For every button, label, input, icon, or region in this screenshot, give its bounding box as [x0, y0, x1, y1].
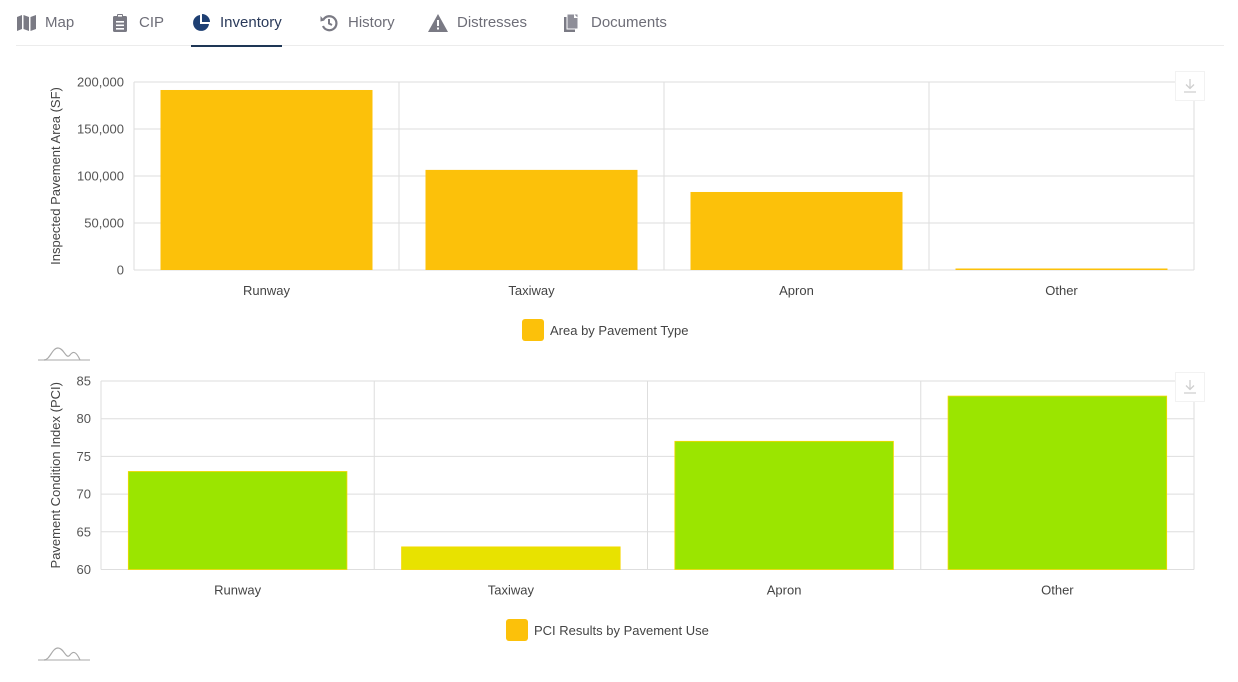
tab-documents[interactable]: Documents	[562, 12, 667, 46]
download-icon	[1184, 79, 1196, 93]
y-tick-label: 50,000	[84, 216, 124, 231]
tab-label: Distresses	[457, 14, 528, 31]
documents-icon	[562, 13, 582, 33]
y-axis-title: Inspected Pavement Area (SF)	[48, 87, 63, 265]
pci-chart-svg: 60 65 70 75 80 85 Runway Taxiway Apron Other Pavem…	[48, 374, 1195, 598]
legend-item[interactable]: Area by Pavement Type	[522, 319, 689, 341]
tab-distresses[interactable]: Distresses	[428, 12, 527, 46]
y-tick-label: 100,000	[77, 169, 124, 184]
y-tick-label: 0	[117, 263, 124, 278]
y-tick-label: 200,000	[77, 75, 124, 90]
x-tick-label: Runway	[214, 583, 261, 598]
tab-label: Documents	[591, 14, 667, 31]
warning-icon	[428, 13, 448, 33]
bar-apron[interactable]	[690, 191, 903, 270]
area-chart: 0 50,000 100,000 150,000 200,000 Runway Taxiwa…	[0, 60, 1238, 361]
y-tick-label: 150,000	[77, 122, 124, 137]
pie-chart-icon	[191, 13, 211, 33]
tab-bar: Map CIP Inventory History Distresses Doc…	[16, 0, 1224, 47]
map-icon	[16, 13, 36, 33]
legend-label: Area by Pavement Type	[550, 322, 689, 338]
y-tick-label: 65	[77, 524, 91, 539]
tab-inventory[interactable]: Inventory	[191, 12, 282, 47]
bar-taxiway[interactable]	[425, 169, 638, 270]
x-tick-label: Apron	[767, 583, 802, 598]
history-icon	[319, 13, 339, 33]
y-axis-title: Pavement Condition Index (PCI)	[48, 382, 63, 568]
download-chart-button[interactable]	[1175, 71, 1205, 101]
tab-map[interactable]: Map	[16, 12, 74, 46]
clipboard-icon	[110, 13, 130, 33]
bar-apron[interactable]	[674, 440, 894, 570]
legend-label: PCI Results by Pavement Use	[534, 622, 709, 638]
legend-swatch	[522, 319, 544, 341]
x-tick-label: Other	[1041, 583, 1074, 598]
download-chart-button[interactable]	[1175, 372, 1205, 402]
tab-label: CIP	[139, 14, 165, 31]
x-tick-label: Taxiway	[508, 283, 555, 298]
tab-history[interactable]: History	[319, 12, 395, 46]
range-selector-icon[interactable]	[36, 645, 92, 665]
bar-other[interactable]	[955, 268, 1168, 271]
pci-chart: 60 65 70 75 80 85 Runway Taxiway Apron Other Pavem…	[0, 365, 1238, 675]
y-tick-label: 75	[77, 449, 91, 464]
y-tick-label: 85	[77, 374, 91, 389]
y-tick-label: 80	[77, 411, 91, 426]
bar-runway[interactable]	[127, 471, 348, 570]
tab-label: History	[348, 14, 395, 31]
y-tick-label: 70	[77, 487, 91, 502]
tab-label: Inventory	[220, 14, 282, 31]
download-icon	[1184, 380, 1196, 394]
legend-swatch	[506, 619, 528, 641]
range-selector-icon[interactable]	[36, 345, 92, 365]
bar-other[interactable]	[947, 395, 1168, 570]
bar-taxiway[interactable]	[401, 546, 621, 570]
tab-cip[interactable]: CIP	[110, 12, 164, 46]
tab-label: Map	[45, 14, 75, 31]
x-tick-label: Apron	[779, 283, 814, 298]
x-tick-label: Taxiway	[488, 583, 535, 598]
legend-item[interactable]: PCI Results by Pavement Use	[506, 619, 709, 641]
bar-runway[interactable]	[160, 89, 373, 271]
area-chart-svg: 0 50,000 100,000 150,000 200,000 Runway Taxiwa…	[48, 75, 1195, 298]
x-tick-label: Runway	[243, 283, 290, 298]
y-tick-label: 60	[77, 562, 91, 577]
x-tick-label: Other	[1045, 283, 1078, 298]
